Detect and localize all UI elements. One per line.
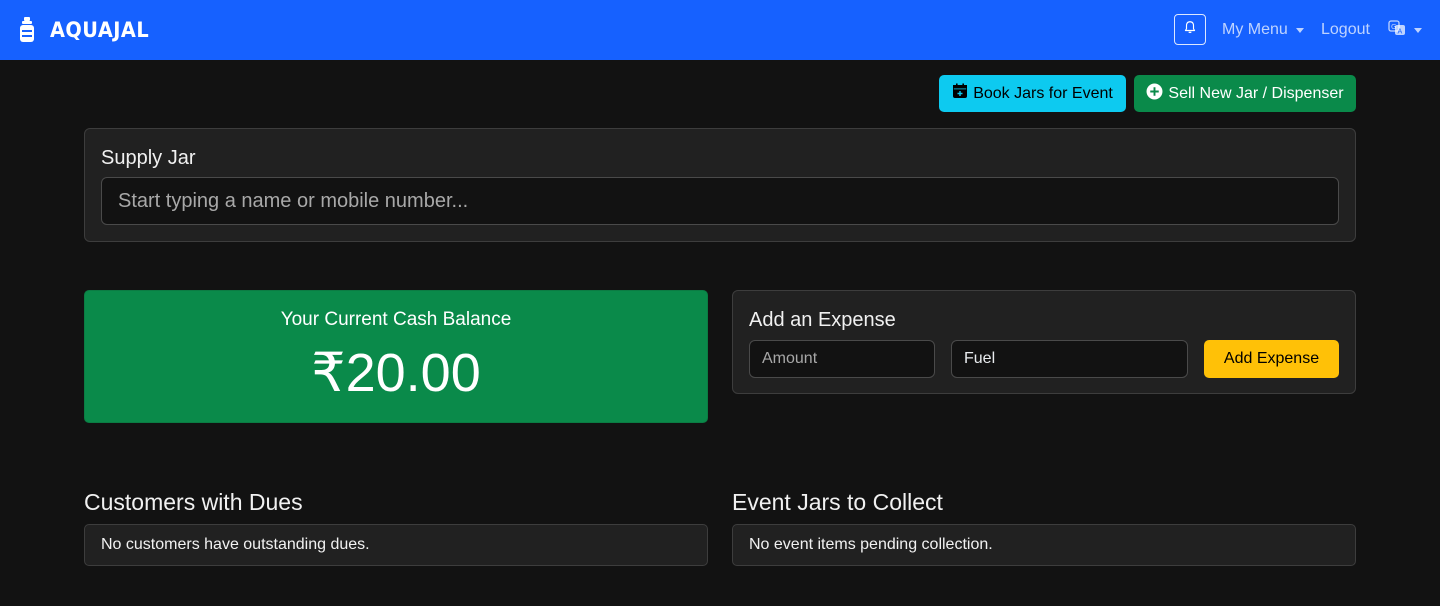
event-jars-empty: No event items pending collection. <box>732 524 1356 566</box>
sell-new-jar-button[interactable]: Sell New Jar / Dispenser <box>1134 75 1356 112</box>
caret-down-icon <box>1414 27 1422 33</box>
add-expense-label: Add Expense <box>1223 350 1320 367</box>
language-dropdown[interactable]: G A <box>1388 0 1422 60</box>
notifications-button[interactable] <box>1174 14 1206 45</box>
customers-dues-empty-text: No customers have outstanding dues. <box>101 536 370 553</box>
customers-dues-empty: No customers have outstanding dues. <box>84 524 708 566</box>
bell-icon <box>1183 20 1197 39</box>
sell-new-jar-label: Sell New Jar / Dispenser <box>1168 84 1344 102</box>
add-expense-title: Add an Expense <box>749 309 896 331</box>
customer-search-input[interactable] <box>101 177 1339 225</box>
event-jars-title: Event Jars to Collect <box>732 489 943 515</box>
caret-down-icon <box>1295 27 1304 33</box>
my-menu-dropdown[interactable]: My Menu <box>1222 0 1304 60</box>
calendar-plus-icon <box>952 83 968 104</box>
expense-amount-input[interactable] <box>749 340 935 378</box>
book-jars-label: Book Jars for Event <box>973 84 1113 102</box>
my-menu-label: My Menu <box>1222 21 1288 38</box>
supply-jar-title: Supply Jar <box>101 147 196 169</box>
cash-balance-card: Your Current Cash Balance ₹20.00 <box>84 290 708 423</box>
cash-balance-label: Your Current Cash Balance <box>280 309 512 330</box>
add-expense-button[interactable]: Add Expense <box>1204 340 1339 378</box>
add-expense-card: Add an Expense Add Expense <box>732 290 1356 394</box>
water-bottle-icon <box>18 17 36 43</box>
logout-link[interactable]: Logout <box>1321 0 1370 60</box>
navbar: AQUAJAL My Menu Logout G A <box>0 0 1440 60</box>
cash-balance-value: ₹20.00 <box>311 343 481 403</box>
translate-icon: G A <box>1388 19 1406 41</box>
logout-label: Logout <box>1321 21 1370 38</box>
expense-category-input[interactable] <box>951 340 1188 378</box>
svg-text:G: G <box>1391 23 1396 31</box>
brand-name: AQUAJAL <box>50 18 150 42</box>
customers-dues-title: Customers with Dues <box>84 489 303 515</box>
event-jars-empty-text: No event items pending collection. <box>749 536 993 553</box>
supply-jar-card: Supply Jar <box>84 128 1356 242</box>
brand-link[interactable]: AQUAJAL <box>18 0 158 60</box>
book-jars-button[interactable]: Book Jars for Event <box>939 75 1126 112</box>
plus-circle-icon <box>1146 83 1163 105</box>
svg-text:A: A <box>1398 27 1403 35</box>
